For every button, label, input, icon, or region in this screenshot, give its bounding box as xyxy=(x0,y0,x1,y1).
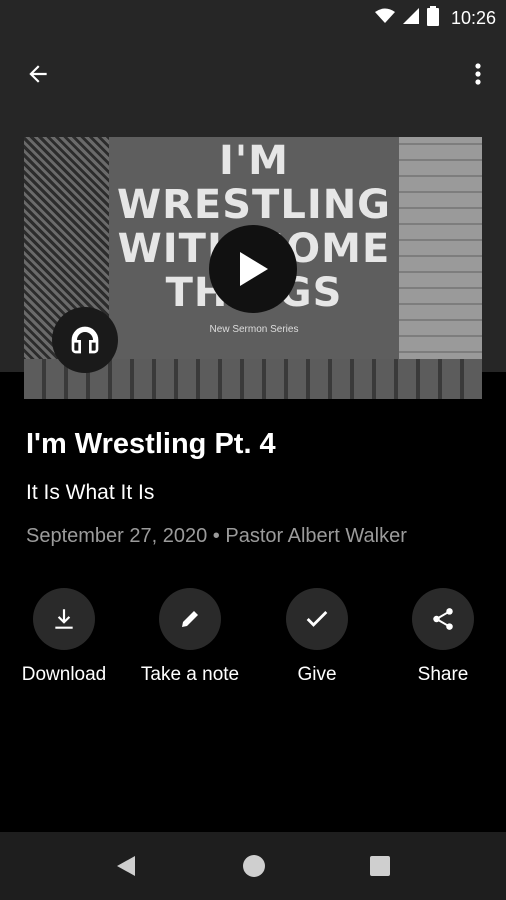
play-button[interactable] xyxy=(209,225,297,313)
give-circle[interactable] xyxy=(286,588,348,650)
check-icon xyxy=(306,611,328,627)
share-icon xyxy=(433,608,453,630)
download-button[interactable]: Download xyxy=(4,588,124,686)
status-icons: 10:26 xyxy=(374,6,496,31)
download-circle[interactable] xyxy=(33,588,95,650)
navigation-bar xyxy=(0,832,506,900)
play-icon xyxy=(240,252,268,286)
sermon-title: I'm Wrestling Pt. 4 xyxy=(26,428,276,460)
arrow-back-icon xyxy=(29,65,47,83)
wifi-icon xyxy=(374,8,395,29)
pencil-icon xyxy=(182,611,198,627)
give-label: Give xyxy=(297,664,337,685)
nav-home-button[interactable] xyxy=(240,852,268,880)
artwork-title-line: WRESTLING xyxy=(116,182,392,228)
share-button[interactable]: Share xyxy=(383,588,503,686)
download-label: Download xyxy=(21,664,107,685)
nav-home-icon xyxy=(243,855,265,877)
audio-button[interactable] xyxy=(52,307,118,373)
nav-back-button[interactable] xyxy=(112,852,140,880)
nav-recents-button[interactable] xyxy=(366,852,394,880)
sermon-subtitle: It Is What It Is xyxy=(26,481,155,504)
back-button[interactable] xyxy=(22,58,54,90)
take-note-circle[interactable] xyxy=(159,588,221,650)
download-icon xyxy=(55,609,73,629)
more-vert-icon xyxy=(475,63,481,85)
nav-recents-icon xyxy=(370,856,390,876)
give-button[interactable]: Give xyxy=(257,588,377,686)
artwork-subtitle: New Sermon Series xyxy=(209,324,299,335)
take-note-label: Take a note xyxy=(140,664,240,685)
sermon-artwork[interactable]: I'M WRESTLING WITH SOME THINGS New Sermo… xyxy=(24,137,482,399)
status-time: 10:26 xyxy=(450,8,496,28)
share-label: Share xyxy=(417,664,469,685)
status-bar: 10:26 xyxy=(0,0,506,36)
cellular-signal-icon xyxy=(402,8,419,29)
take-note-button[interactable]: Take a note xyxy=(130,588,250,686)
more-options-button[interactable] xyxy=(466,58,490,90)
headphones-icon xyxy=(71,326,99,354)
battery-icon xyxy=(426,6,439,31)
sermon-meta: September 27, 2020 • Pastor Albert Walke… xyxy=(26,525,407,547)
share-circle[interactable] xyxy=(412,588,474,650)
artwork-title-line: I'M xyxy=(219,138,289,184)
nav-back-icon xyxy=(117,856,135,876)
